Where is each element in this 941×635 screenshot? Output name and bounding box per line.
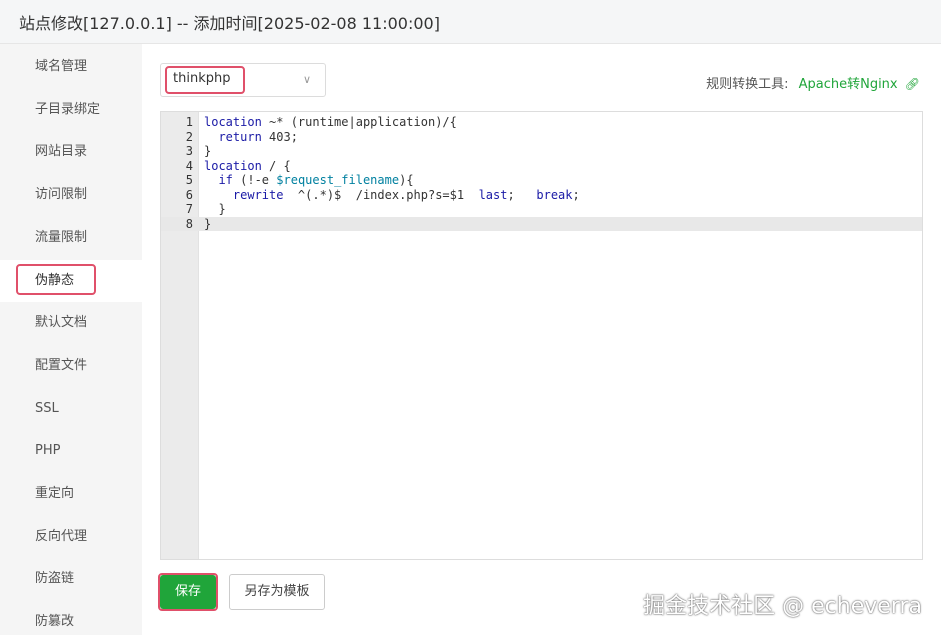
sidebar-item-ssl[interactable]: SSL xyxy=(0,388,142,430)
code-text: location / { xyxy=(204,158,291,173)
sidebar: 域名管理 子目录绑定 网站目录 访问限制 流量限制 伪静态 默认文档 配置文件 … xyxy=(0,44,142,635)
sidebar-item-label: 默认文档 xyxy=(35,315,88,330)
tool-label: 规则转换工具: xyxy=(706,77,789,92)
save-button-label: 保存 xyxy=(174,584,201,599)
code-line: 4 location / { xyxy=(161,159,922,174)
code-line: 6 rewrite ^(.*)$ /index.php?s=$1 last; b… xyxy=(161,188,922,203)
rule-convert-tool: 规则转换工具: Apache转Nginx 🔗︎ xyxy=(706,73,920,92)
sidebar-item-label: 防篡改 xyxy=(35,614,75,629)
line-number: 3 xyxy=(185,144,193,158)
sidebar-item-config-file[interactable]: 配置文件 xyxy=(0,345,142,387)
code-text: } xyxy=(204,202,226,216)
code-line: 7 } xyxy=(161,202,922,217)
code-editor[interactable]: 1 location ~* (runtime|application)/{ 2 … xyxy=(160,111,923,560)
code-line: 3 } xyxy=(161,144,922,159)
code-text: } xyxy=(204,144,212,158)
sidebar-item-site-dir[interactable]: 网站目录 xyxy=(0,131,142,173)
select-value: thinkphp xyxy=(173,71,231,86)
site-edit-dialog: 站点修改[127.0.0.1] -- 添加时间[2025-02-08 11:00… xyxy=(0,0,941,635)
line-number: 7 xyxy=(185,202,193,216)
rewrite-template-select[interactable]: thinkphp ∨ xyxy=(160,63,326,97)
sidebar-item-hotlink[interactable]: 防盗链 xyxy=(0,558,142,600)
sidebar-item-label: PHP xyxy=(35,443,61,458)
code-text: } xyxy=(204,216,212,231)
code-line: 1 location ~* (runtime|application)/{ xyxy=(161,115,922,130)
watermark: 掘金技术社区 @ echeverra xyxy=(643,594,922,619)
code-text: return 403; xyxy=(218,129,298,144)
sidebar-item-rewrite[interactable]: 伪静态 xyxy=(0,260,142,302)
line-number: 8 xyxy=(185,216,193,231)
link-icon[interactable]: 🔗︎ xyxy=(905,77,920,91)
sidebar-item-label: 访问限制 xyxy=(35,187,88,202)
line-number: 5 xyxy=(185,173,193,187)
dialog-title: 站点修改[127.0.0.1] -- 添加时间[2025-02-08 11:00… xyxy=(19,14,440,33)
sidebar-item-label: 防盗链 xyxy=(35,571,75,586)
sidebar-item-label: 子目录绑定 xyxy=(35,102,101,117)
sidebar-item-php[interactable]: PHP xyxy=(0,430,142,472)
sidebar-item-domain[interactable]: 域名管理 xyxy=(0,46,142,88)
line-number: 4 xyxy=(185,158,193,173)
sidebar-item-subdir[interactable]: 子目录绑定 xyxy=(0,89,142,131)
code-line-active: 8 } xyxy=(161,216,922,231)
apache-to-nginx-link[interactable]: Apache转Nginx xyxy=(799,77,898,92)
sidebar-item-label: 域名管理 xyxy=(35,59,88,74)
sidebar-item-redirect[interactable]: 重定向 xyxy=(0,473,142,515)
sidebar-item-label: 流量限制 xyxy=(35,230,88,245)
save-as-template-button[interactable]: 另存为模板 xyxy=(229,574,325,610)
sidebar-item-label: 配置文件 xyxy=(35,358,88,373)
code-line: 2 return 403; xyxy=(161,130,922,145)
sidebar-item-label: 反向代理 xyxy=(35,529,88,544)
code-text: if (!-e $request_filename){ xyxy=(218,173,414,187)
code-area[interactable]: 1 location ~* (runtime|application)/{ 2 … xyxy=(161,115,922,231)
sidebar-item-label: SSL xyxy=(35,401,59,416)
sidebar-item-default-doc[interactable]: 默认文档 xyxy=(0,302,142,344)
sidebar-item-label: 网站目录 xyxy=(35,144,88,159)
code-line: 5 if (!-e $request_filename){ xyxy=(161,173,922,188)
code-text: location ~* (runtime|application)/{ xyxy=(204,115,457,129)
line-number: 6 xyxy=(185,187,193,202)
sidebar-item-reverse-proxy[interactable]: 反向代理 xyxy=(0,516,142,558)
sidebar-item-label: 伪静态 xyxy=(35,273,75,288)
sidebar-item-traffic-limit[interactable]: 流量限制 xyxy=(0,217,142,259)
save-button[interactable]: 保存 xyxy=(158,573,218,611)
sidebar-item-access-limit[interactable]: 访问限制 xyxy=(0,174,142,216)
line-number: 2 xyxy=(185,129,193,144)
code-text: rewrite ^(.*)$ /index.php?s=$1 last; bre… xyxy=(232,187,580,202)
line-number: 1 xyxy=(185,115,193,129)
sidebar-item-tamper-proof[interactable]: 防篡改 xyxy=(0,601,142,635)
sidebar-item-label: 重定向 xyxy=(35,486,75,501)
chevron-down-icon: ∨ xyxy=(302,73,311,86)
dialog-titlebar: 站点修改[127.0.0.1] -- 添加时间[2025-02-08 11:00… xyxy=(0,0,941,44)
